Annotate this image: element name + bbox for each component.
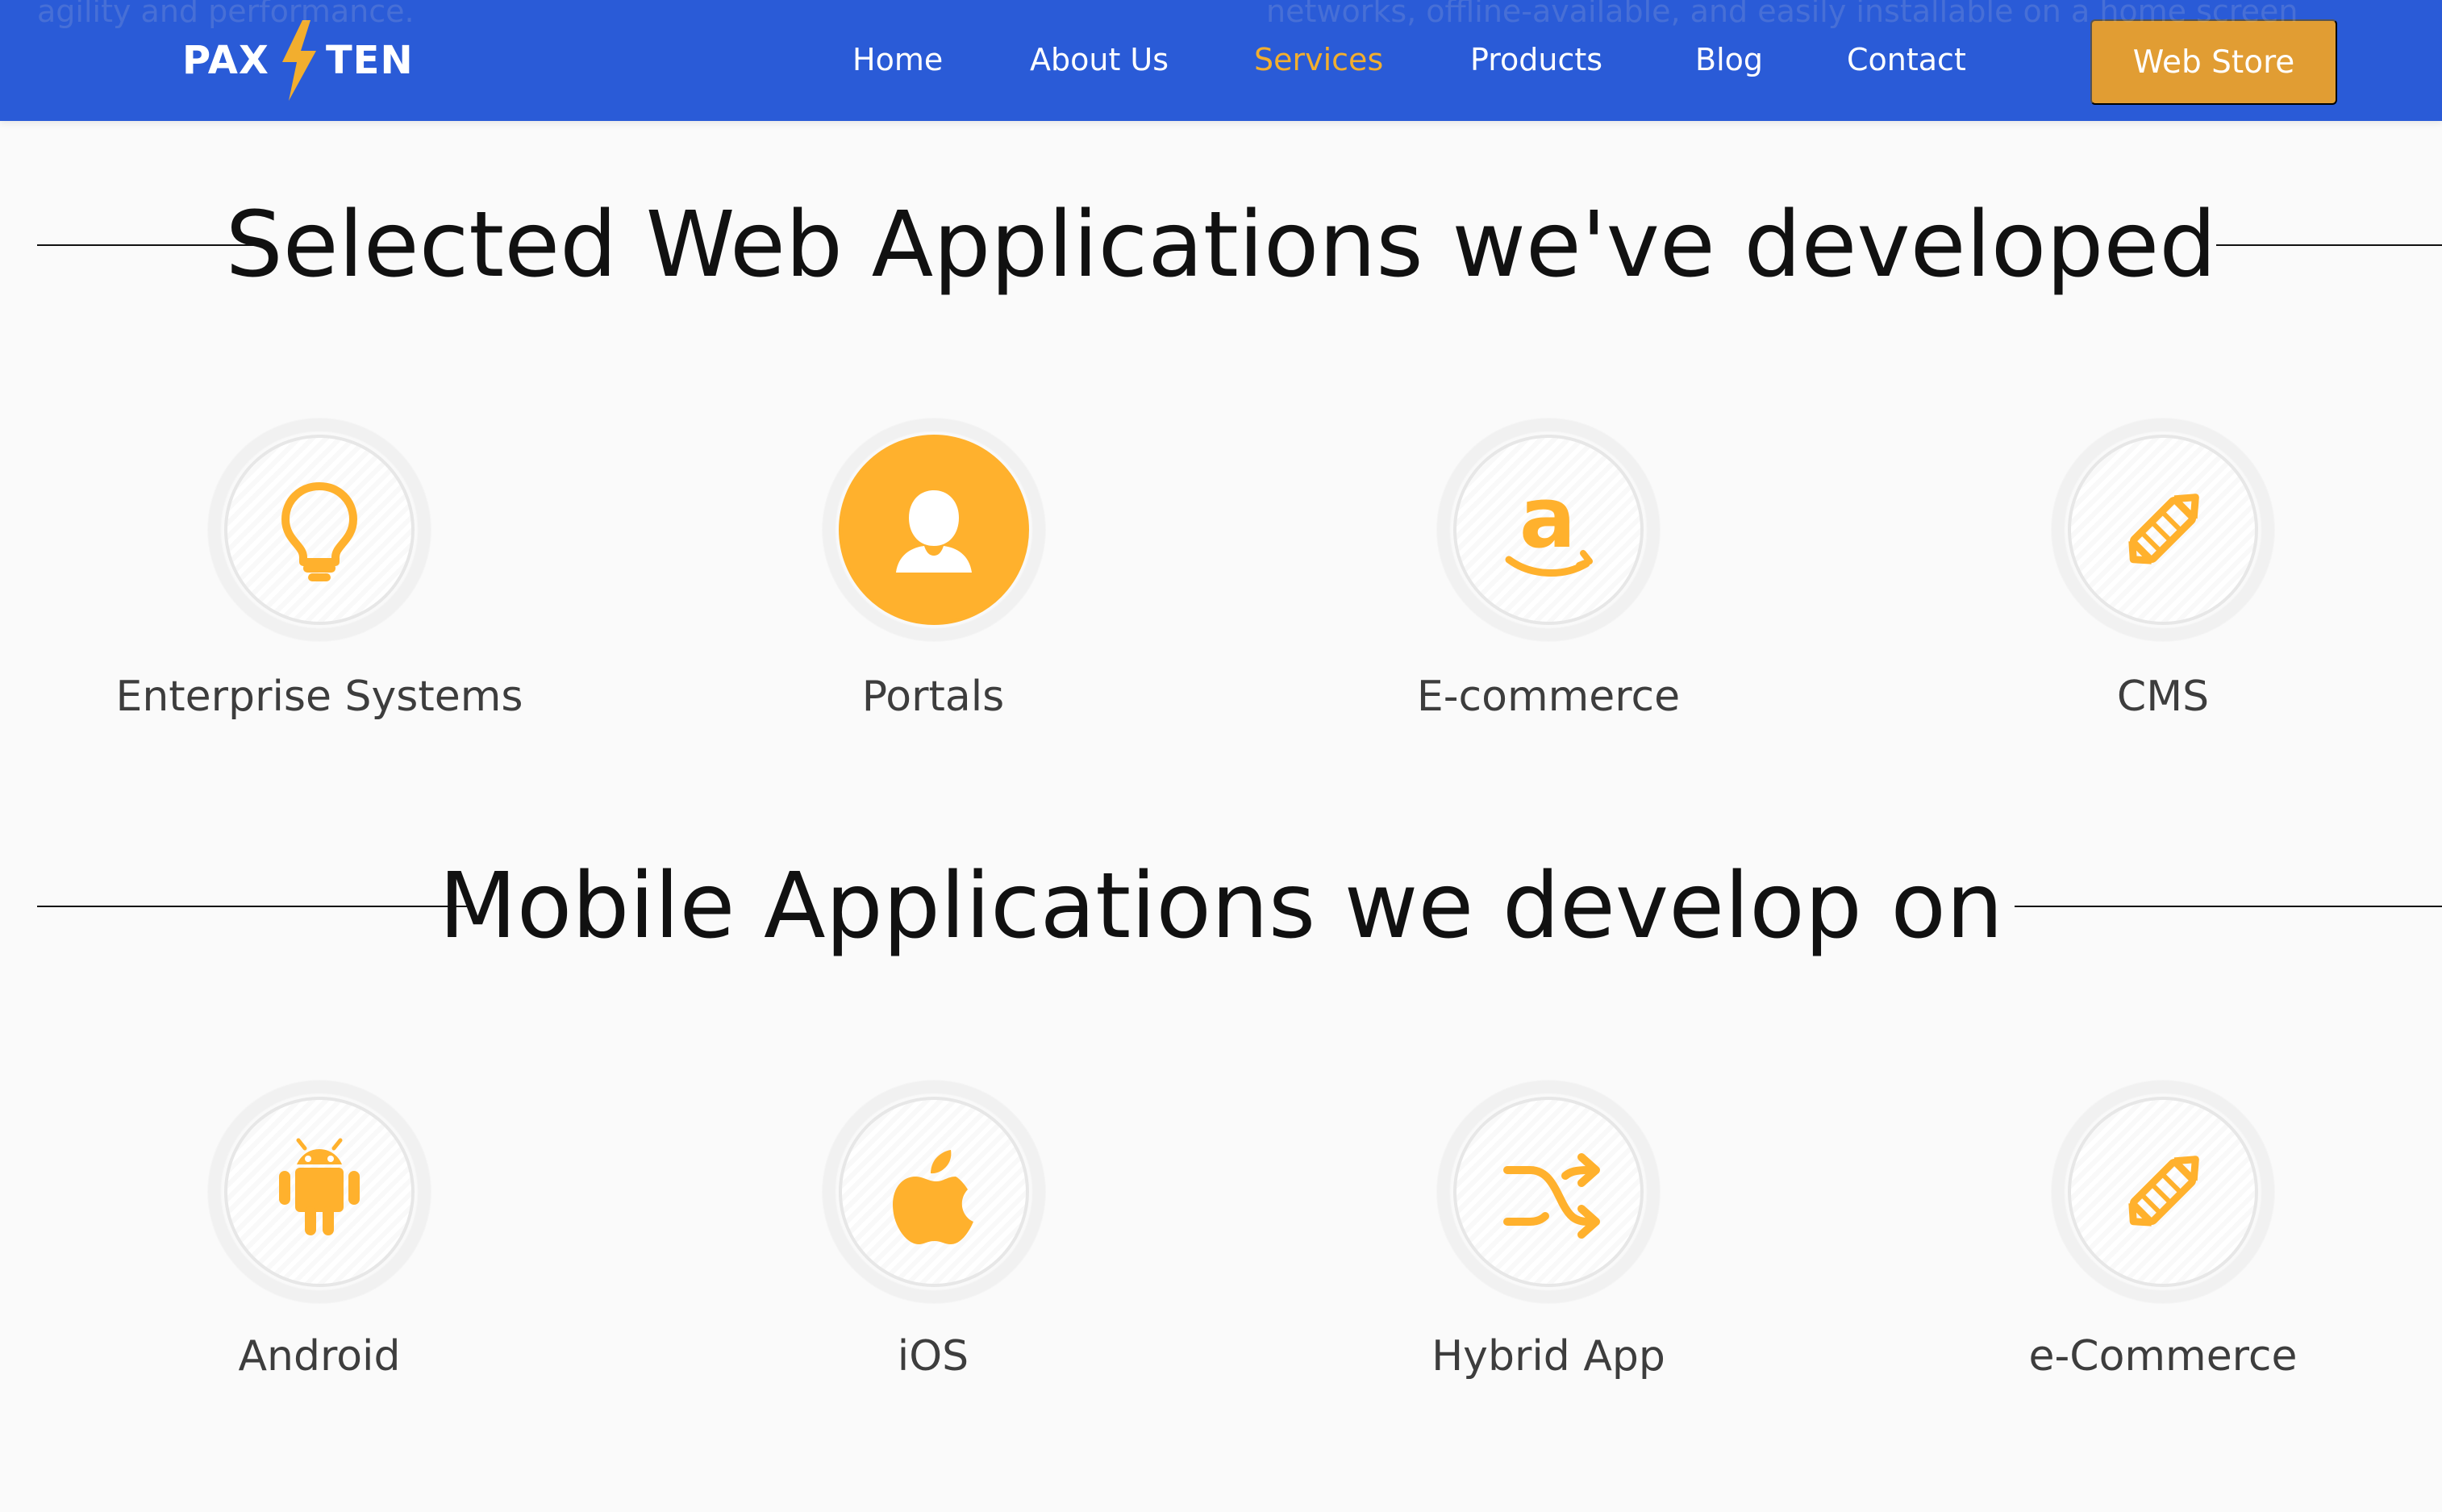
pencil-icon [2128,494,2199,564]
nav-blog-link[interactable]: Blog [1695,37,1763,82]
lightning-bolt-icon [281,20,316,101]
enterprise-systems-label: Enterprise Systems [115,673,523,721]
nav-about-us-link[interactable]: About Us [1030,37,1169,82]
amazon-icon: a [1505,469,1593,577]
android-icon [279,1138,360,1235]
web-section-title: Selected Web Applications we've develope… [225,193,2217,298]
logo-text-right: TEN [325,38,414,83]
apple-icon [893,1150,973,1244]
web-title-right-rule [2216,244,2442,246]
site-logo[interactable]: PAX TEN [182,20,414,101]
logo-text-left: PAX [182,38,269,83]
nav-services-link[interactable]: Services [1254,37,1383,82]
ios-icon-badge [823,1081,1045,1303]
mobile-title-right-rule [2015,906,2442,907]
android-icon-badge [208,1081,431,1303]
portals-label: Portals [861,673,1005,721]
cms-label: CMS [2116,673,2210,721]
pencil-icon [2128,1156,2199,1227]
nav-home-link[interactable]: Home [852,37,943,82]
portals-icon-badge [823,419,1045,641]
shuffle-icon [1503,1153,1600,1239]
user-icon [896,490,972,573]
nav-products-link[interactable]: Products [1470,37,1602,82]
cms-icon-badge [2052,419,2274,641]
e-commerce-mobile-icon-badge [2052,1081,2274,1303]
hybrid-app-icon-badge [1437,1081,1660,1303]
web-store-button[interactable]: Web Store [2090,19,2337,105]
hybrid-app-label: Hybrid App [1431,1332,1665,1381]
enterprise-systems-icon-badge [208,419,431,641]
e-commerce-icon-badge: a [1437,419,1660,641]
nav-contact-link[interactable]: Contact [1847,37,1966,82]
android-label: Android [238,1332,401,1381]
e-commerce-label: E-commerce [1416,673,1681,721]
top-navbar: PAX TEN Home About Us Services Products … [0,0,2442,121]
e-commerce-mobile-label: e-Commerce [2028,1332,2298,1381]
lightbulb-icon [281,482,357,581]
ios-label: iOS [897,1332,969,1381]
svg-text:a: a [1519,469,1576,567]
